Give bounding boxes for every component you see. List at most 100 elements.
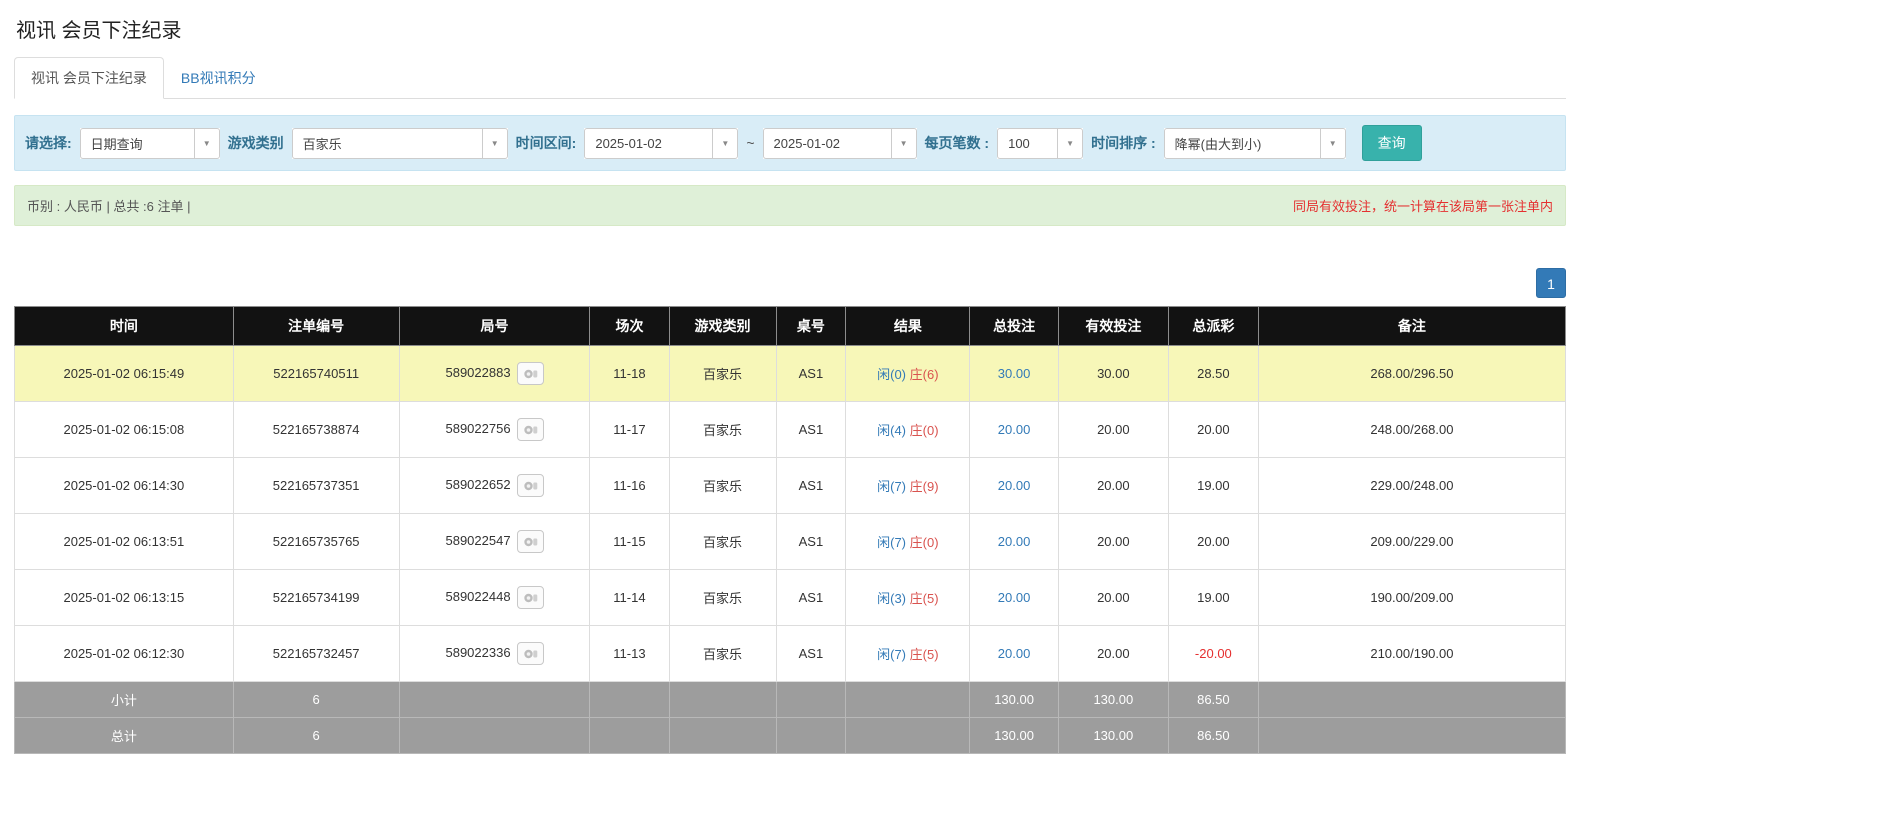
result-player: 闲(3) bbox=[877, 591, 906, 606]
search-button[interactable]: 查询 bbox=[1362, 125, 1422, 161]
cell-total-bet: 20.00 bbox=[970, 570, 1058, 626]
summary-notice: 同局有效投注，统一计算在该局第一张注单内 bbox=[1293, 196, 1553, 215]
cell-total-bet: 20.00 bbox=[970, 626, 1058, 682]
cell-result: 闲(7) 庄(5) bbox=[846, 626, 970, 682]
filter-bar: 请选择: 日期查询 ▼ 游戏类别 百家乐 ▼ 时间区间: 2025-01-02 … bbox=[14, 115, 1566, 171]
chevron-down-icon[interactable]: ▼ bbox=[891, 128, 917, 159]
cell-valid-bet: 20.00 bbox=[1058, 626, 1168, 682]
tab-bb-points[interactable]: BB视讯积分 bbox=[164, 57, 273, 99]
round-replay-button[interactable] bbox=[517, 586, 544, 609]
cell-round: 589022652 bbox=[399, 458, 590, 514]
total-bet-link[interactable]: 20.00 bbox=[998, 478, 1031, 493]
cell-round: 589022883 bbox=[399, 346, 590, 402]
cell-time: 2025-01-02 06:13:15 bbox=[15, 570, 234, 626]
chevron-down-icon[interactable]: ▼ bbox=[194, 128, 220, 159]
page-1-button[interactable]: 1 bbox=[1536, 268, 1566, 298]
cell-round: 589022336 bbox=[399, 626, 590, 682]
result-player: 闲(4) bbox=[877, 423, 906, 438]
result-banker: 庄(0) bbox=[910, 423, 939, 438]
cell-empty bbox=[590, 718, 669, 754]
cell-note: 190.00/209.00 bbox=[1258, 570, 1565, 626]
round-replay-button[interactable] bbox=[517, 642, 544, 665]
result-banker: 庄(0) bbox=[910, 535, 939, 550]
cell-table-no: AS1 bbox=[776, 402, 846, 458]
cell-table-no: AS1 bbox=[776, 626, 846, 682]
cell-game: 百家乐 bbox=[669, 570, 776, 626]
cell-result: 闲(3) 庄(5) bbox=[846, 570, 970, 626]
cell-bet-id: 522165735765 bbox=[233, 514, 399, 570]
result-banker: 庄(5) bbox=[910, 647, 939, 662]
cell-bet-id: 522165737351 bbox=[233, 458, 399, 514]
tab-bar: 视讯 会员下注纪录 BB视讯积分 bbox=[14, 57, 1566, 99]
query-type-select[interactable]: 日期查询 ▼ bbox=[80, 128, 220, 159]
cell-table-no: AS1 bbox=[776, 570, 846, 626]
header-round: 局号 bbox=[399, 307, 590, 346]
cell-valid-bet: 30.00 bbox=[1058, 346, 1168, 402]
cell-empty bbox=[846, 682, 970, 718]
cell-empty bbox=[1258, 682, 1565, 718]
result-banker: 庄(5) bbox=[910, 591, 939, 606]
cell-empty bbox=[399, 718, 590, 754]
page-size-select[interactable]: 100 ▼ bbox=[997, 128, 1083, 159]
round-id: 589022336 bbox=[445, 645, 510, 660]
round-id: 589022883 bbox=[445, 365, 510, 380]
total-count: 6 bbox=[233, 718, 399, 754]
cell-time: 2025-01-02 06:15:49 bbox=[15, 346, 234, 402]
round-id: 589022756 bbox=[445, 421, 510, 436]
chevron-down-icon[interactable]: ▼ bbox=[1320, 128, 1346, 159]
subtotal-label: 小计 bbox=[15, 682, 234, 718]
cell-table-no: AS1 bbox=[776, 458, 846, 514]
total-bet-link[interactable]: 30.00 bbox=[998, 366, 1031, 381]
cell-payout: -20.00 bbox=[1168, 626, 1258, 682]
cell-result: 闲(7) 庄(0) bbox=[846, 514, 970, 570]
cell-time: 2025-01-02 06:15:08 bbox=[15, 402, 234, 458]
header-table-no: 桌号 bbox=[776, 307, 846, 346]
table-row: 2025-01-02 06:14:30 522165737351 5890226… bbox=[15, 458, 1566, 514]
game-type-label: 游戏类别 bbox=[228, 133, 284, 153]
total-bet-link[interactable]: 20.00 bbox=[998, 590, 1031, 605]
cell-valid-bet: 20.00 bbox=[1058, 570, 1168, 626]
header-result: 结果 bbox=[846, 307, 970, 346]
total-bet-link[interactable]: 20.00 bbox=[998, 646, 1031, 661]
chevron-down-icon[interactable]: ▼ bbox=[712, 128, 738, 159]
tab-betting-records[interactable]: 视讯 会员下注纪录 bbox=[14, 57, 164, 99]
result-banker: 庄(6) bbox=[910, 367, 939, 382]
chevron-down-icon[interactable]: ▼ bbox=[1057, 128, 1083, 159]
pagination: 1 bbox=[14, 268, 1566, 298]
round-replay-button[interactable] bbox=[517, 362, 544, 385]
total-valid-bet: 130.00 bbox=[1058, 718, 1168, 754]
result-player: 闲(7) bbox=[877, 479, 906, 494]
cell-round: 589022448 bbox=[399, 570, 590, 626]
total-bet-link[interactable]: 20.00 bbox=[998, 534, 1031, 549]
total-total-bet: 130.00 bbox=[970, 718, 1058, 754]
round-replay-button[interactable] bbox=[517, 418, 544, 441]
date-to-select[interactable]: 2025-01-02 ▼ bbox=[763, 128, 917, 159]
cell-empty bbox=[1258, 718, 1565, 754]
game-type-value: 百家乐 bbox=[292, 128, 482, 159]
result-player: 闲(7) bbox=[877, 647, 906, 662]
cell-payout: 20.00 bbox=[1168, 514, 1258, 570]
date-from-select[interactable]: 2025-01-02 ▼ bbox=[584, 128, 738, 159]
header-payout: 总派彩 bbox=[1168, 307, 1258, 346]
range-separator: ~ bbox=[746, 135, 754, 151]
total-bet-link[interactable]: 20.00 bbox=[998, 422, 1031, 437]
round-replay-button[interactable] bbox=[517, 530, 544, 553]
cell-session: 11-16 bbox=[590, 458, 669, 514]
header-total-bet: 总投注 bbox=[970, 307, 1058, 346]
cell-session: 11-14 bbox=[590, 570, 669, 626]
subtotal-count: 6 bbox=[233, 682, 399, 718]
round-id: 589022652 bbox=[445, 477, 510, 492]
cell-payout: 19.00 bbox=[1168, 458, 1258, 514]
time-range-label: 时间区间: bbox=[516, 133, 577, 153]
page-size-label: 每页笔数 : bbox=[925, 133, 990, 153]
game-type-select[interactable]: 百家乐 ▼ bbox=[292, 128, 508, 159]
chevron-down-icon[interactable]: ▼ bbox=[482, 128, 508, 159]
round-replay-button[interactable] bbox=[517, 474, 544, 497]
cell-bet-id: 522165738874 bbox=[233, 402, 399, 458]
cell-round: 589022756 bbox=[399, 402, 590, 458]
sort-label: 时间排序 : bbox=[1091, 133, 1156, 153]
cell-payout: 20.00 bbox=[1168, 402, 1258, 458]
sort-select[interactable]: 降幂(由大到小) ▼ bbox=[1164, 128, 1346, 159]
betting-records-table: 时间 注单编号 局号 场次 游戏类别 桌号 结果 总投注 有效投注 总派彩 备注… bbox=[14, 306, 1566, 754]
header-game: 游戏类别 bbox=[669, 307, 776, 346]
